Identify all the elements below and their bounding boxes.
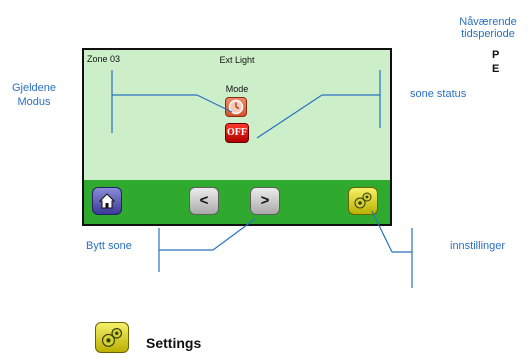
change-zone-annotation: Bytt sone (86, 240, 132, 252)
settings-legend-icon (95, 322, 129, 353)
next-zone-button[interactable]: > (250, 187, 280, 215)
home-button[interactable] (92, 187, 122, 215)
gears-icon (101, 327, 123, 347)
device-screen: Zone 03 Ext Light Mode OFF < > (82, 48, 392, 226)
clock-icon[interactable] (225, 97, 247, 117)
truncated-text: E (492, 63, 500, 75)
truncated-text: P (492, 49, 500, 61)
current-period-annotation: Nåværende tidsperiode (445, 16, 531, 40)
annotation-text: Nåværende (459, 16, 517, 28)
annotation-text: Modus (17, 96, 51, 108)
previous-zone-button[interactable]: < (189, 187, 219, 215)
annotation-text: tidsperiode (461, 28, 515, 40)
current-mode-annotation: Gjeldene Modus (4, 81, 64, 109)
bottom-toolbar: < > (84, 180, 390, 224)
zone-status-annotation: sone status (410, 88, 467, 100)
settings-button[interactable] (348, 187, 378, 215)
annotation-text: Gjeldene (11, 82, 57, 94)
settings-legend-label: Settings (146, 335, 202, 351)
home-icon (98, 193, 116, 209)
gears-icon (354, 192, 372, 209)
screen-title: Ext Light (219, 55, 255, 65)
settings-annotation: innstillinger (450, 240, 506, 252)
mode-label: Mode (225, 84, 249, 94)
off-status-button[interactable]: OFF (225, 123, 249, 143)
